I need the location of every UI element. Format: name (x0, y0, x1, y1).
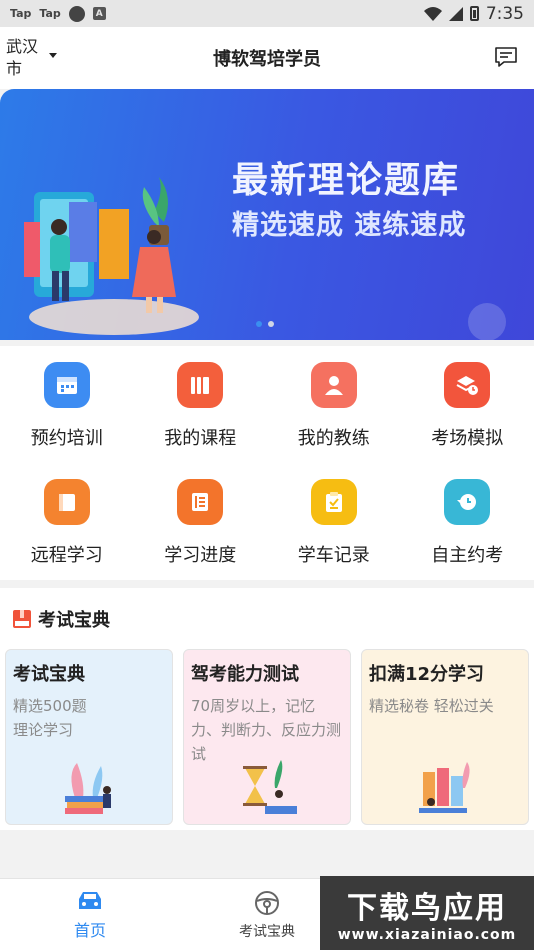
signal-icon (448, 6, 463, 21)
grid-item-label: 远程学习 (30, 545, 103, 566)
grid-item-label: 我的课程 (164, 428, 237, 449)
study-illustration (24, 177, 199, 335)
card-12-points-study[interactable]: 扣满12分学习 精选秘卷 轻松过关 (361, 649, 529, 825)
layers-clock-icon (444, 362, 491, 408)
battery-icon (469, 6, 479, 21)
watermark-title: 下载鸟应用 (347, 891, 507, 926)
promo-banner[interactable]: 最新理论题库 精选速成 速练速成 (0, 89, 534, 340)
grid-item-label: 考场模拟 (431, 428, 504, 449)
steering-wheel-icon (255, 891, 279, 915)
calendar-icon (43, 362, 90, 408)
grid-item-learning-progress[interactable]: 学习进度 (134, 463, 268, 576)
banner-subline: 精选速成 速练速成 (232, 210, 467, 241)
exam-guide-section: 考试宝典 考试宝典 精选500题 理论学习 驾考能力测试 70周岁以上，记忆力、… (0, 588, 534, 830)
status-time: 7:35 (485, 3, 524, 24)
card-desc: 精选500题 理论学习 (13, 697, 87, 739)
carousel-indicator (256, 321, 274, 327)
status-bar-left: Tap Tap A (10, 5, 106, 22)
a-icon: A (92, 7, 106, 20)
grid-item-driving-records[interactable]: 学车记录 (267, 463, 401, 576)
history-icon (444, 479, 491, 525)
section-header: 考试宝典 (12, 606, 110, 632)
grid-item-label: 预约培训 (30, 428, 103, 449)
section-title: 考试宝典 (38, 610, 110, 631)
books-icon (177, 362, 224, 408)
grid-item-label: 学习进度 (164, 545, 237, 566)
card-title: 驾考能力测试 (191, 664, 299, 685)
person-icon (310, 362, 357, 408)
page-title: 博软驾培学员 (213, 49, 321, 70)
status-bar-right: 7:35 (423, 3, 524, 24)
card-desc: 70周岁以上，记忆力、判断力、反应力测试 (191, 697, 342, 763)
watermark-logo: 下载鸟应用 www.xiazainiao.com (320, 876, 534, 950)
progress-list-icon (177, 479, 224, 525)
app-header: 武汉市 博软驾培学员 (0, 27, 534, 89)
nav-item-home[interactable]: 首页 (0, 879, 180, 950)
clipboard-icon (310, 479, 357, 525)
grid-item-label: 学车记录 (297, 545, 370, 566)
status-app-label-1: Tap (10, 7, 32, 20)
banner-headline: 最新理论题库 (232, 160, 461, 201)
grid-item-self-booking-exam[interactable]: 自主约考 (401, 463, 534, 576)
card-title: 扣满12分学习 (369, 664, 485, 685)
status-bar: Tap Tap A 7:35 (0, 0, 534, 27)
grid-item-book-training[interactable]: 预约培训 (0, 346, 134, 459)
watermark-url: www.xiazainiao.com (337, 927, 517, 943)
grid-item-my-courses[interactable]: 我的课程 (134, 346, 268, 459)
message-icon[interactable] (494, 46, 518, 68)
carousel-dot-active[interactable] (256, 321, 262, 327)
book-icon (43, 479, 90, 525)
book-red-icon (13, 610, 31, 628)
card-title: 考试宝典 (13, 664, 85, 685)
hourglass-art-icon (243, 760, 297, 814)
nav-label: 考试宝典 (239, 924, 295, 940)
grid-item-label: 我的教练 (297, 428, 370, 449)
grid-item-label: 自主约考 (431, 545, 504, 566)
nav-label: 首页 (73, 921, 106, 940)
wifi-icon (423, 6, 442, 21)
pinwheel-icon (68, 5, 85, 22)
status-app-label-2: Tap (39, 7, 61, 20)
banner-decoration (468, 303, 506, 340)
grid-item-remote-learning[interactable]: 远程学习 (0, 463, 134, 576)
grid-item-exam-simulation[interactable]: 考场模拟 (401, 346, 534, 459)
books-art-icon (65, 763, 111, 814)
card-desc: 精选秘卷 轻松过关 (369, 697, 494, 715)
study-art-icon (419, 762, 470, 813)
grid-item-my-coach[interactable]: 我的教练 (267, 346, 401, 459)
car-icon (79, 892, 101, 909)
card-exam-guide[interactable]: 考试宝典 精选500题 理论学习 (5, 649, 173, 825)
card-ability-test[interactable]: 驾考能力测试 70周岁以上，记忆力、判断力、反应力测试 (183, 649, 351, 825)
function-grid: 预约培训 我的课程 我的教练 考场模拟 远程学习 学习进度 学车记录 自主约考 (0, 346, 534, 580)
carousel-dot[interactable] (268, 321, 274, 327)
